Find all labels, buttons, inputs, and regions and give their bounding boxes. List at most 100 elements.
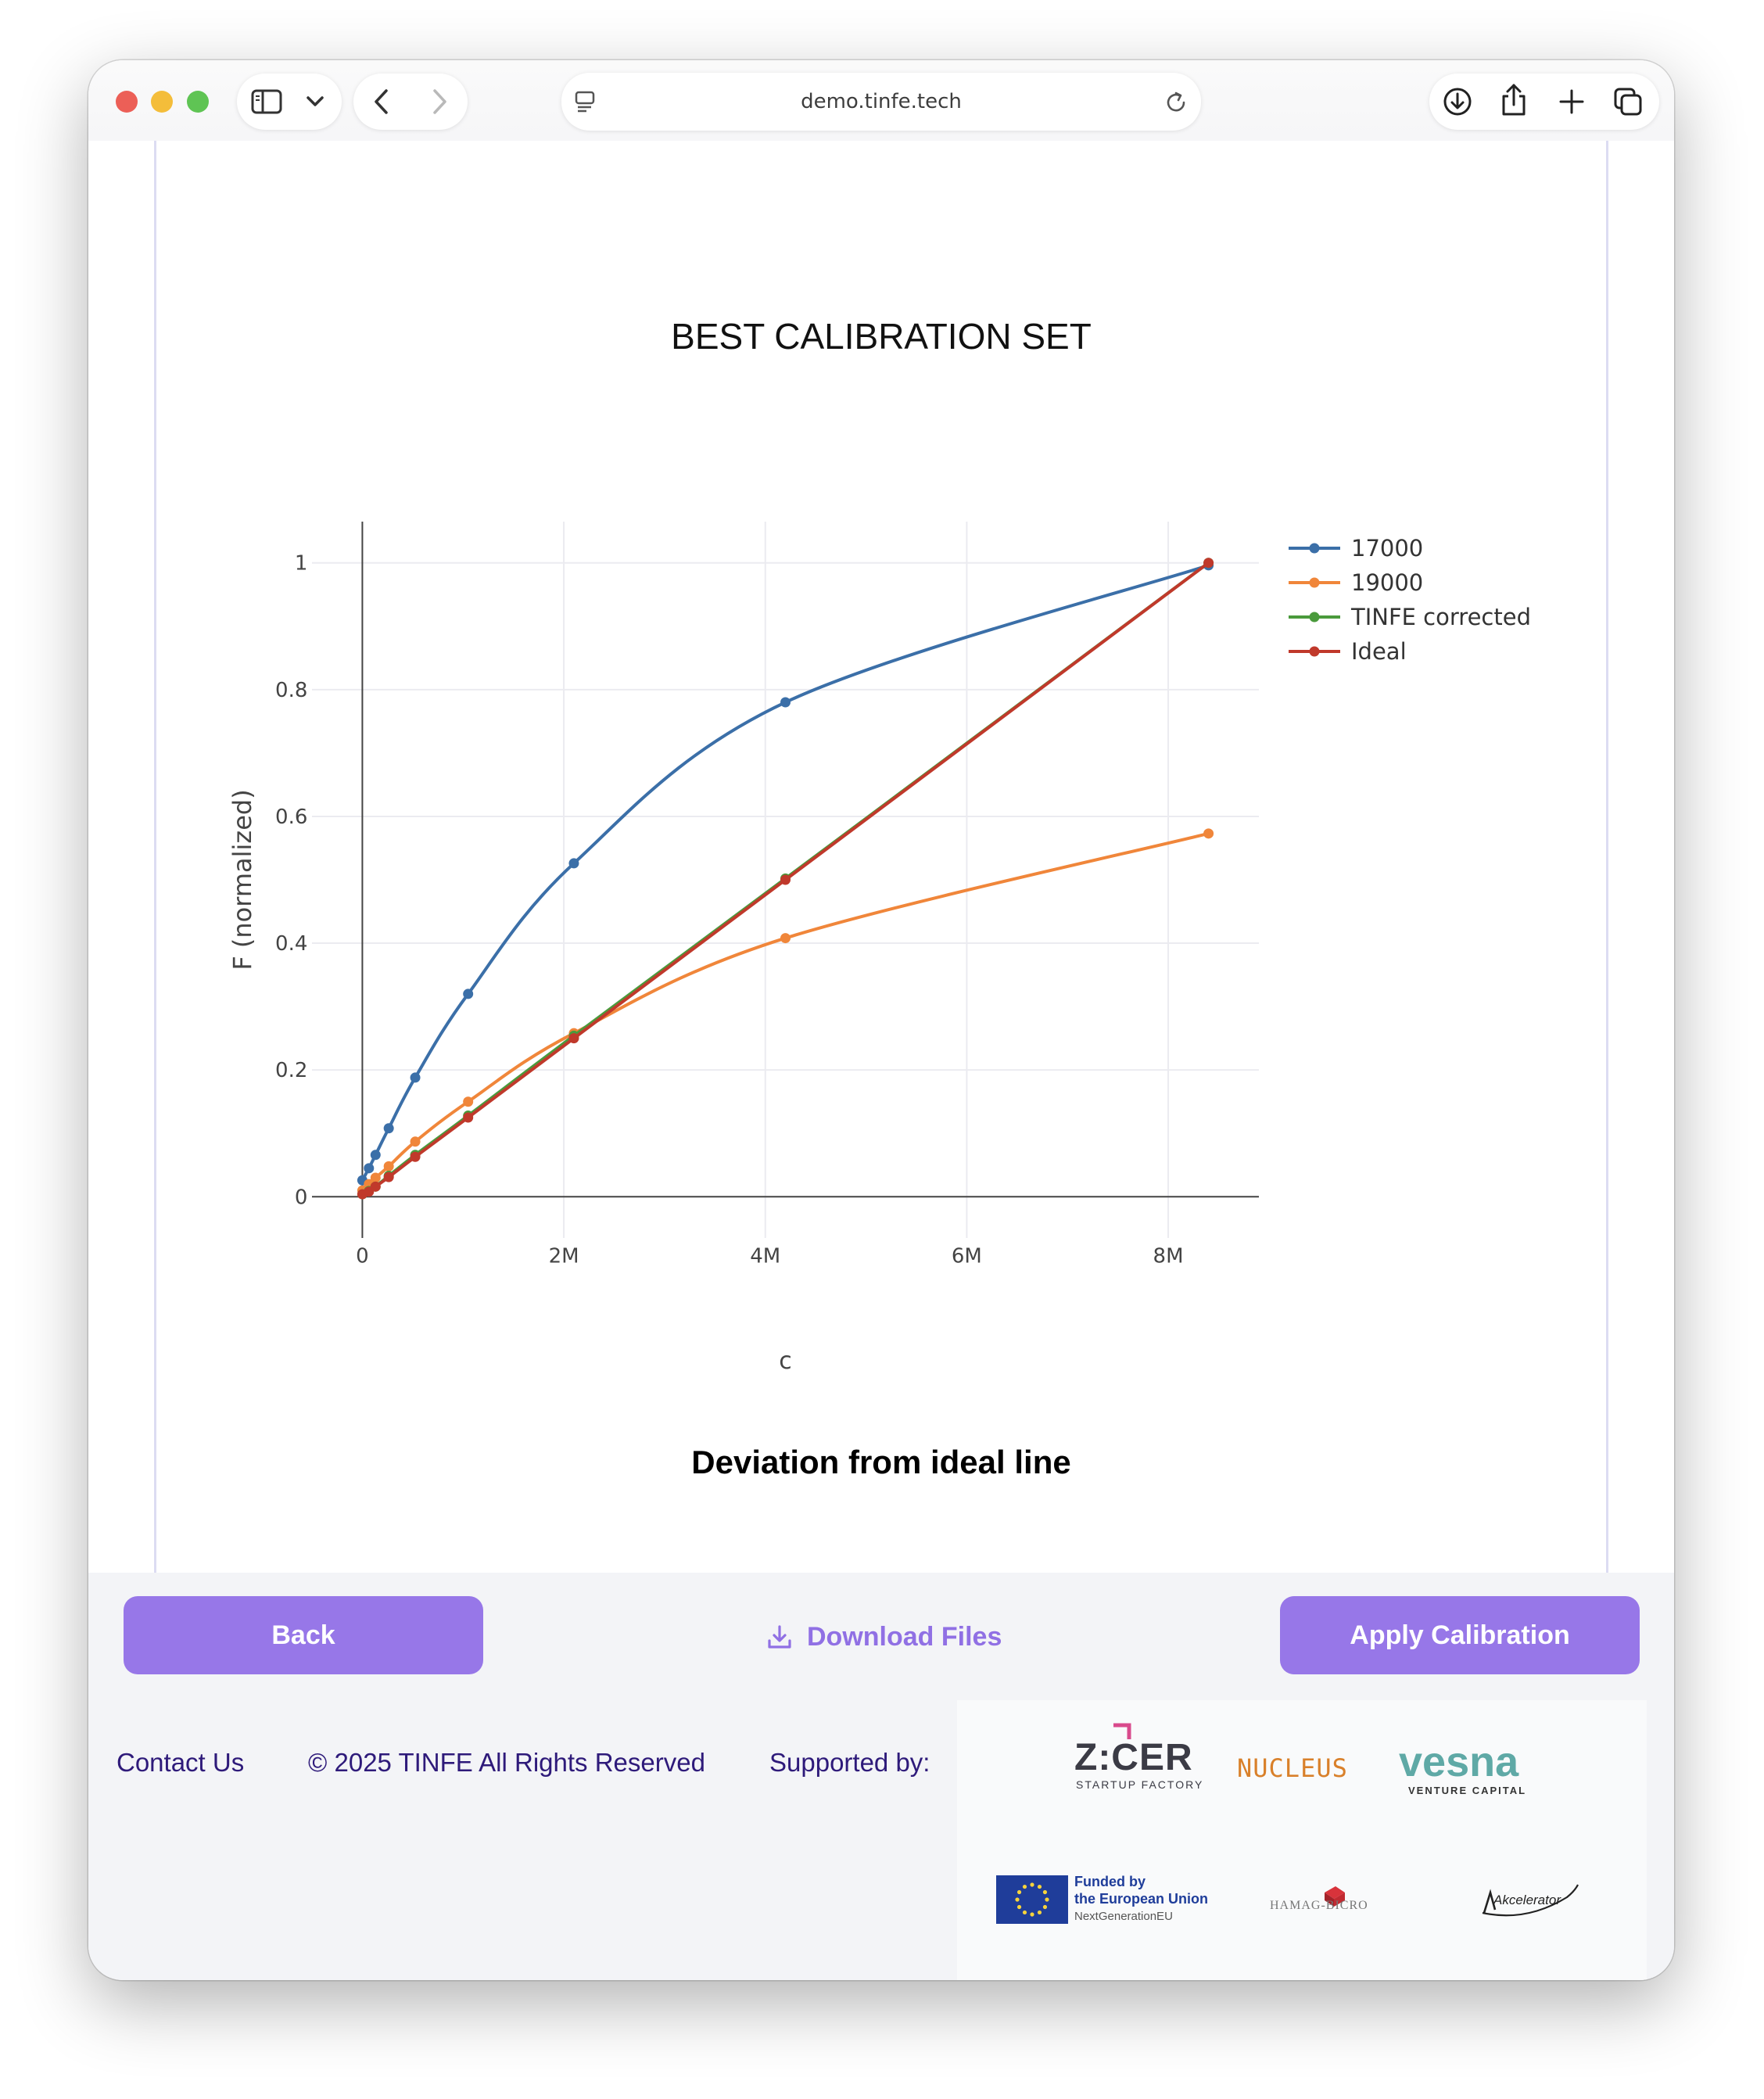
x-axis-title: c [779, 1347, 792, 1375]
data-point-17000 [370, 1150, 381, 1161]
calibration-chart: 0 2M 4M 6M 8M 0 0.2 0.4 0.6 0.8 1 c F (normalized) 1… [228, 522, 1531, 1375]
back-arrow-icon[interactable] [371, 88, 394, 116]
close-window-button[interactable] [116, 91, 138, 113]
data-point-19000 [463, 1096, 474, 1107]
eu-star [1030, 1882, 1034, 1887]
share-icon[interactable] [1498, 83, 1529, 117]
data-point-ideal [568, 1033, 579, 1044]
eu-star [1016, 1889, 1022, 1895]
eu-star [1042, 1889, 1048, 1895]
eu-star [1022, 1910, 1027, 1915]
x-tick-label: 2M [549, 1244, 579, 1268]
data-point-ideal [410, 1151, 421, 1162]
apply-calibration-button[interactable]: Apply Calibration [1280, 1596, 1640, 1674]
chart-subtitle: Deviation from ideal line [691, 1444, 1071, 1480]
data-point-ideal [463, 1112, 474, 1123]
toolbar-actions [1429, 74, 1659, 130]
eu-funding-logo: Funded by the European Union NextGenerat… [996, 1874, 1223, 1929]
eu-star [1045, 1897, 1049, 1902]
vesna-tagline: VENTURE CAPITAL [1408, 1785, 1527, 1796]
back-button[interactable]: Back [124, 1596, 483, 1674]
url-text: demo.tinfe.tech [801, 90, 962, 113]
legend-marker-ideal [1309, 646, 1320, 657]
legend-marker-19000 [1309, 577, 1320, 588]
legend-label-tinfe-corrected: TINFE corrected [1350, 604, 1531, 630]
data-point-ideal [370, 1181, 381, 1192]
zicer-name: Z:CER [1074, 1737, 1193, 1778]
data-point-19000 [370, 1172, 381, 1183]
data-point-17000 [364, 1163, 375, 1174]
zicer-tagline: STARTUP FACTORY [1076, 1778, 1204, 1791]
eu-star [1037, 1884, 1042, 1889]
legend-label-17000: 17000 [1351, 535, 1423, 562]
zicer-logo: Z:CER STARTUP FACTORY [1074, 1722, 1207, 1800]
vesna-logo: vesna VENTURE CAPITAL [1399, 1738, 1555, 1800]
sponsor-logos: Z:CER STARTUP FACTORY NUCLEUS vesna VENT… [957, 1700, 1647, 1980]
browser-window: demo.tinfe.tech BEST CALIBRATION SET 0 2… [88, 60, 1674, 1980]
action-footer: Back Download Files Apply Calibration Co… [88, 1573, 1674, 1980]
data-point-19000 [410, 1136, 421, 1147]
y-tick-label: 0.2 [275, 1059, 307, 1082]
y-axis-title: F (normalized) [228, 789, 257, 970]
copyright-text: © 2025 TINFE All Rights Reserved [308, 1748, 705, 1777]
eu-flag-icon [996, 1875, 1068, 1924]
data-point-17000 [383, 1123, 394, 1134]
legend-marker-tinfe-corrected [1309, 612, 1320, 623]
eu-star [1030, 1912, 1034, 1917]
data-point-19000 [780, 933, 791, 944]
navigation-buttons [353, 74, 468, 130]
sidebar-icon [251, 89, 282, 114]
y-tick-label: 0 [295, 1186, 308, 1209]
data-point-19000 [383, 1161, 394, 1171]
x-tick-label: 4M [750, 1244, 780, 1268]
data-point-19000 [1203, 828, 1214, 839]
download-icon [768, 1625, 791, 1649]
page-content: BEST CALIBRATION SET 0 2M 4M 6M 8M 0 0.2 0.4 0.6… [88, 141, 1674, 1653]
hamag-bicro-name: HAMAG-BICRO [1270, 1899, 1368, 1912]
data-point-ideal [780, 874, 791, 885]
data-point-ideal [1203, 558, 1214, 569]
nucleus-logo: NUCLEUS [1237, 1753, 1348, 1783]
download-icon[interactable] [1442, 86, 1473, 117]
forward-arrow-icon[interactable] [427, 88, 450, 116]
eu-star [1022, 1884, 1027, 1889]
data-point-17000 [463, 989, 474, 999]
download-files-label: Download Files [807, 1621, 1002, 1652]
x-tick-label: 6M [952, 1244, 982, 1268]
legend-label-19000: 19000 [1351, 569, 1423, 596]
eu-star [1015, 1897, 1020, 1902]
akcelerator-logo: Akcelerator [1479, 1878, 1581, 1925]
data-point-17000 [568, 858, 579, 869]
y-tick-label: 0.8 [275, 679, 307, 702]
minimize-window-button[interactable] [151, 91, 173, 113]
eu-line3: NextGenerationEU [1074, 1910, 1173, 1923]
eu-line1: Funded by [1074, 1874, 1146, 1889]
data-point-17000 [780, 697, 791, 708]
data-point-17000 [410, 1072, 421, 1083]
supported-by-label: Supported by: [769, 1748, 930, 1777]
sidebar-toggle-button[interactable] [237, 74, 342, 130]
browser-toolbar: demo.tinfe.tech [88, 60, 1674, 141]
x-tick-label: 8M [1153, 1244, 1184, 1268]
reload-icon[interactable] [1163, 90, 1189, 115]
chevron-down-icon [307, 96, 324, 106]
vesna-name: vesna [1399, 1738, 1519, 1785]
eu-star [1016, 1904, 1022, 1910]
download-files-button[interactable]: Download Files [766, 1617, 1002, 1656]
y-tick-label: 0.6 [275, 806, 307, 829]
x-tick-label: 0 [356, 1244, 369, 1268]
legend-marker-17000 [1309, 543, 1320, 554]
y-tick-label: 0.4 [275, 932, 307, 956]
maximize-window-button[interactable] [187, 91, 209, 113]
eu-star [1037, 1910, 1042, 1915]
data-point-ideal [383, 1171, 394, 1182]
legend-label-ideal: Ideal [1351, 638, 1407, 665]
address-bar[interactable]: demo.tinfe.tech [561, 73, 1201, 131]
new-tab-icon[interactable] [1556, 86, 1587, 117]
hamag-bicro-logo: HAMAG-BICRO [1270, 1883, 1403, 1922]
series-line-19000 [361, 831, 1210, 1192]
eu-line2: the European Union [1074, 1891, 1208, 1907]
akcelerator-name: Akcelerator [1493, 1893, 1561, 1907]
contact-us-link[interactable]: Contact Us [117, 1748, 244, 1778]
tab-overview-icon[interactable] [1612, 86, 1644, 117]
